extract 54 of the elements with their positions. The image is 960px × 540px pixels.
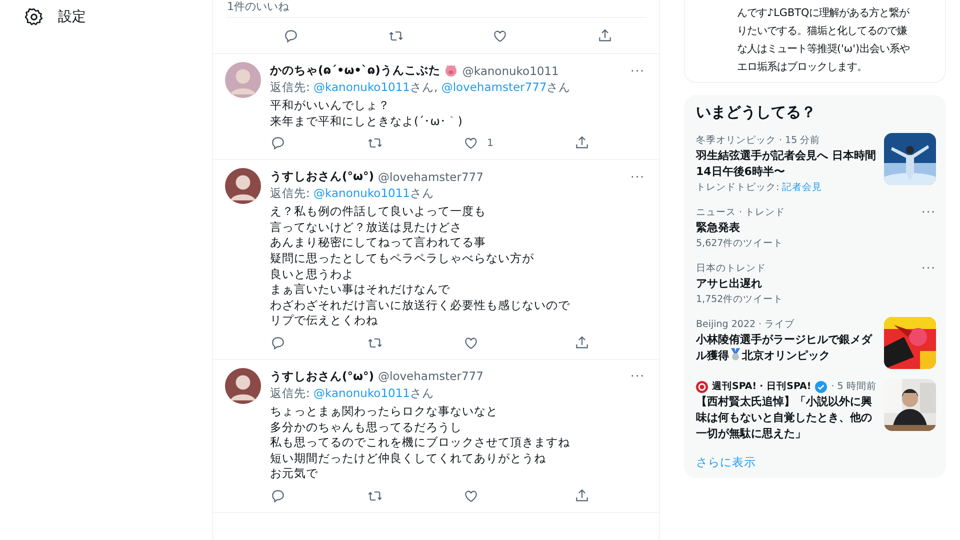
logo-icon: [696, 380, 708, 392]
user-handle[interactable]: @lovehamster777: [378, 369, 484, 384]
trend-meta: 冬季オリンピック · 15 分前: [696, 134, 822, 148]
tweet-count: 5,627件のツイート: [696, 237, 784, 251]
trend-meta: Beijing 2022 · ライブ: [696, 318, 796, 332]
user-handle[interactable]: @kanonuko1011: [462, 64, 559, 78]
bio-text: んです♪LGBTQに理解がある方と繋が りたいでする。猫垢と化してるので嫌 な人はミュート等推奨('ω')出会い系や エロ垢系はブロックします。: [737, 6, 911, 75]
settings-icon: [24, 7, 44, 27]
trend-item[interactable]: 日本のトレンド アサヒ出遅れ 1,752件のツイート ···: [684, 256, 946, 312]
trend-item[interactable]: Beijing 2022 · ライブ 小林陵侑選手がラージヒルで銀メダル獲得 北京オリンピック: [684, 312, 946, 374]
trend-item[interactable]: 冬季オリンピック · 15 分前 羽生結弦選手が記者会見へ 日本時間14日午後6時半〜 トレンドトピック: 記者会見: [684, 128, 946, 200]
reply-icon[interactable]: [283, 28, 299, 44]
tweet-count: 1,752件のツイート: [696, 293, 784, 307]
trend-item[interactable]: 週刊SPA!・日刊SPA! · 5 時間前 【西村賢太氏追悼】「小説以外に興味は何もないと自覚したとき、他の一切が無駄に思えた」: [684, 374, 946, 447]
user-name[interactable]: うすしおさん(°ω°): [270, 368, 374, 384]
tweet-text: え？私も例の件話して良いよって一度も 言ってないけど？放送は見たけどさ あんまり秘密にしてねって言われてる事 疑問に思ったとしてもペラペラしゃべらない方が 良いと思うわよ まぁ言いたい事はそれだけなんで わざわざそれだけ言いに放送行く必要性も感じないので リプで伝えとくわね: [270, 204, 571, 329]
trend-title: 小林陵侑選手がラージヒルで銀メダル獲得 北京オリンピック: [696, 332, 874, 364]
trends-heading: いまどうしてる？: [695, 103, 817, 123]
source-name: 週刊SPA!・日刊SPA!: [712, 380, 812, 393]
more-icon[interactable]: ···: [630, 64, 645, 78]
more-icon[interactable]: ···: [630, 170, 645, 184]
settings-nav-item[interactable]: 設定: [24, 6, 212, 28]
share-icon[interactable]: [574, 488, 590, 504]
tweet-text: ちょっとまぁ関わったらロクな事ないなと 多分かのちゃんも思ってるだろうし 私も思ってるのでこれを機にブロックさせて頂きますね 短い期間だったけど仲良くしてくれてありがとうね お元気で: [270, 404, 571, 482]
more-icon[interactable]: ···: [922, 261, 936, 275]
trend-item[interactable]: ニュース · トレンド 緊急発表 5,627件のツイート ···: [684, 200, 946, 256]
reply-icon[interactable]: [270, 135, 286, 152]
reply-icon[interactable]: [270, 334, 286, 351]
heart-icon[interactable]: [492, 28, 508, 44]
like-count: 1: [486, 138, 494, 149]
more-icon[interactable]: ···: [630, 369, 645, 384]
trend-meta: 日本のトレンド: [696, 262, 767, 276]
reply-icon[interactable]: [270, 488, 286, 504]
post-time: · 5 時間前: [831, 380, 876, 394]
reply-to-text: 返信先: @kanonuko1011 さん: [270, 185, 435, 202]
tweet-text: 平和がいいんでしょ？ 来年まで平和にしときなよ(´･ω･｀): [270, 98, 464, 130]
reply-to-text: 返信先: @kanonuko1011 さん, @lovehamster777さん: [270, 79, 572, 96]
user-handle[interactable]: @lovehamster777: [378, 170, 484, 184]
share-icon[interactable]: [574, 334, 590, 351]
share-icon[interactable]: [596, 28, 613, 44]
reply-to-text: 返信先: @kanonuko1011 さん: [270, 384, 435, 402]
trend-title: 緊急発表: [696, 220, 741, 236]
like-count-text: 1件のいいね: [227, 0, 647, 18]
heart-icon[interactable]: [463, 135, 479, 152]
avatar[interactable]: [225, 368, 261, 404]
user-name[interactable]: かのちゃ(ɷ´•ω•`ɷ)うんこぶた: [270, 63, 440, 78]
trend-title: 羽生結弦選手が記者会見へ 日本時間14日午後6時半〜: [696, 148, 877, 180]
trend-title: 【西村賢太氏追悼】「小説以外に興味は何もないと自覚したとき、他の一切が無駄に思えた」: [696, 394, 873, 442]
trend-topic-text: トレンドトピック: 記者会見: [696, 181, 824, 195]
more-icon[interactable]: ···: [922, 205, 936, 219]
avatar[interactable]: [225, 168, 261, 204]
user-name[interactable]: うすしおさん(°ω°): [270, 169, 374, 184]
trend-meta: ニュース · トレンド: [696, 206, 786, 220]
trend-title: アサヒ出遅れ: [696, 276, 763, 292]
